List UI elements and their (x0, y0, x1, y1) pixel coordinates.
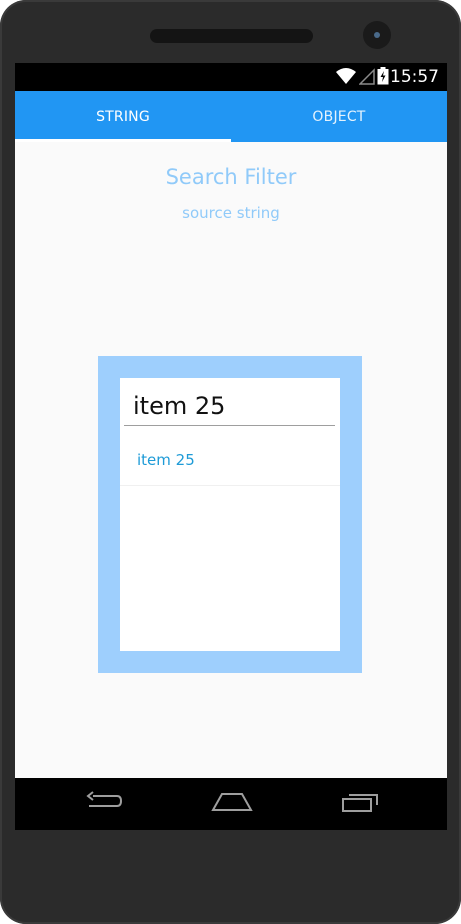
device-frame: 15:57 STRING OBJECT Search Filter source… (0, 0, 461, 924)
front-camera (363, 21, 391, 49)
tab-object[interactable]: OBJECT (231, 91, 447, 142)
tab-string[interactable]: STRING (15, 91, 231, 142)
signal-icon (358, 67, 375, 89)
tab-bar: STRING OBJECT (15, 91, 447, 142)
app-screen: 15:57 STRING OBJECT Search Filter source… (15, 63, 447, 830)
page-title: Search Filter (165, 165, 297, 189)
filter-panel: item 25 (120, 378, 340, 651)
filter-frame: item 25 (98, 356, 362, 673)
tab-selected-indicator (15, 139, 231, 142)
search-input[interactable] (124, 386, 335, 426)
status-icons (335, 67, 389, 89)
status-bar: 15:57 (15, 63, 447, 91)
back-icon (83, 790, 123, 818)
wifi-icon (335, 67, 357, 89)
result-item[interactable]: item 25 (120, 434, 340, 486)
battery-icon (377, 67, 389, 89)
back-button[interactable] (73, 778, 133, 830)
status-time: 15:57 (390, 67, 439, 87)
navigation-bar (15, 778, 447, 830)
home-icon (210, 790, 254, 818)
home-button[interactable] (202, 778, 262, 830)
earpiece-speaker (150, 29, 313, 43)
page-subtitle: source string (182, 204, 280, 222)
recents-button[interactable] (330, 778, 390, 830)
recents-icon (340, 790, 380, 818)
